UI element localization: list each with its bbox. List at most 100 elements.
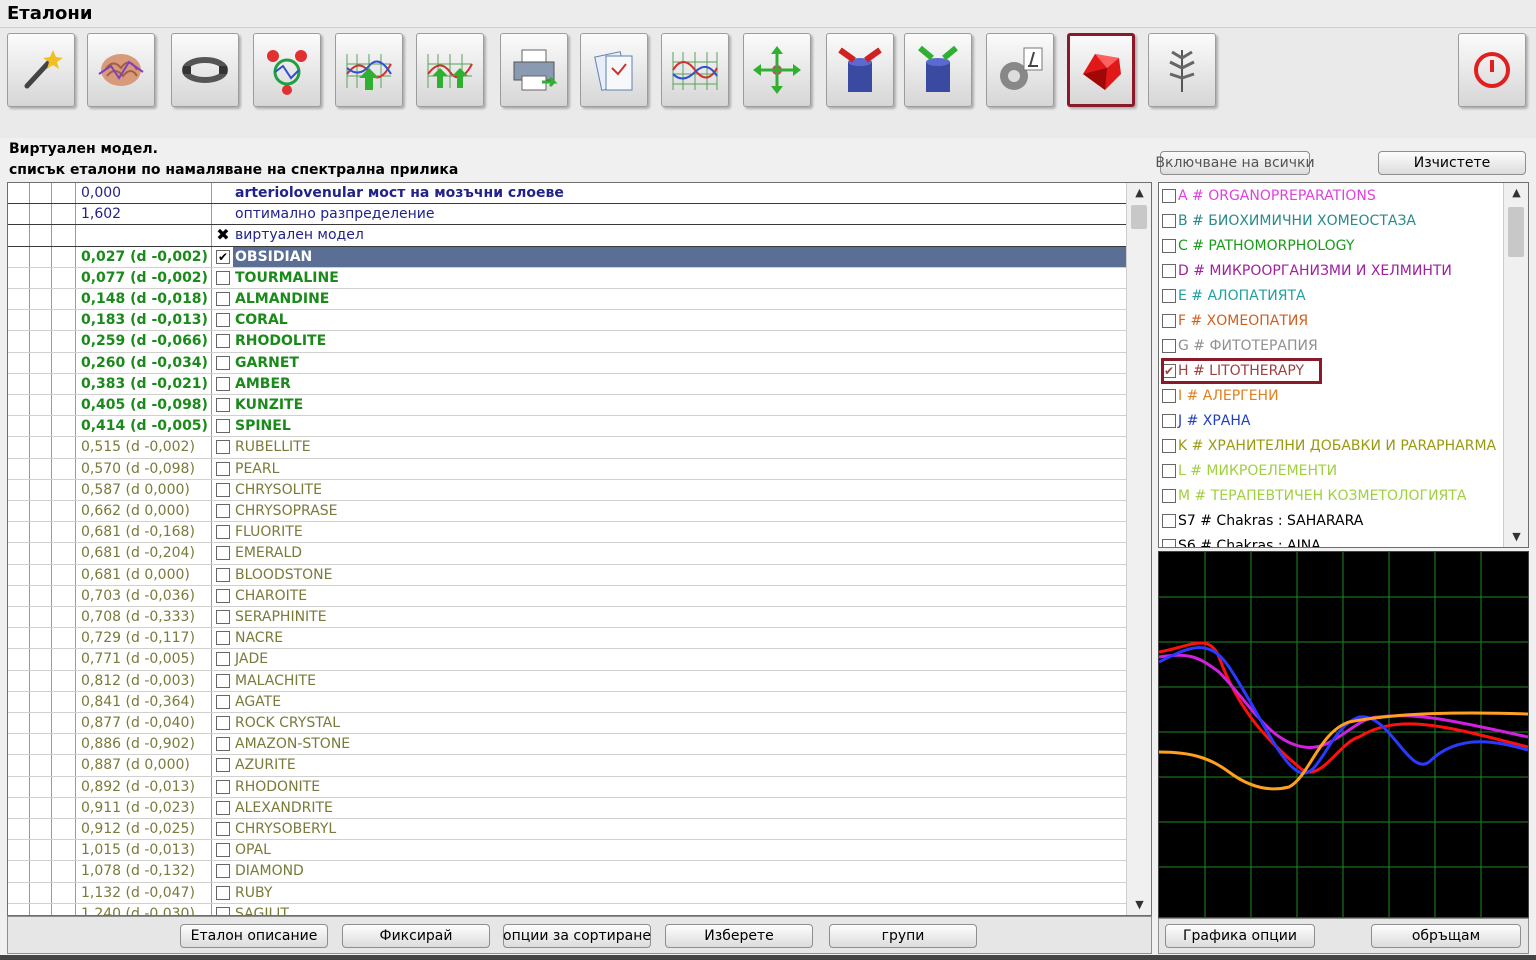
table-row[interactable]: 0,708 (d -0,333) SERAPHINITE <box>8 607 1126 629</box>
row-checkbox[interactable] <box>216 525 230 540</box>
row-checkbox[interactable] <box>216 885 230 900</box>
table-row[interactable]: 0,887 (d 0,000) AZURITE <box>8 755 1126 777</box>
group-item[interactable]: J # ХРАНА <box>1162 408 1507 433</box>
row-check-cell[interactable] <box>213 777 233 797</box>
row-check-cell[interactable] <box>213 437 233 457</box>
row-checkbox[interactable] <box>216 758 230 773</box>
row-checkbox[interactable] <box>216 292 230 307</box>
row-checkbox[interactable] <box>216 822 230 837</box>
container-out-button[interactable] <box>904 33 972 107</box>
group-checkbox[interactable] <box>1162 238 1176 253</box>
row-check-cell[interactable] <box>213 904 233 915</box>
row-check-cell[interactable]: ✖ <box>213 225 233 245</box>
table-row[interactable]: 0,841 (d -0,364) AGATE <box>8 691 1126 713</box>
group-item[interactable]: D # МИКРООРГАНИЗМИ И ХЕЛМИНТИ <box>1162 258 1507 283</box>
group-checkbox[interactable] <box>1162 538 1176 547</box>
groups-button[interactable]: групи <box>829 924 977 948</box>
table-row[interactable]: 0,912 (d -0,025) CHRYSOBERYL <box>8 819 1126 841</box>
group-item[interactable]: S6 # Chakras : AJNA <box>1162 533 1507 547</box>
row-check-cell[interactable] <box>213 840 233 860</box>
row-checkbox[interactable]: ✔ <box>216 249 230 264</box>
row-checkbox[interactable] <box>216 440 230 455</box>
waveform-button[interactable] <box>661 33 729 107</box>
table-row[interactable]: 0,729 (d -0,117) NACRE <box>8 628 1126 650</box>
group-list[interactable]: A # ORGANOPREPARATIONS B # БИОХИМИЧНИ ХОМ… <box>1158 182 1529 548</box>
table-row[interactable]: 1,240 (d -0,030) SAGILIT <box>8 903 1126 915</box>
group-scroll-thumb[interactable] <box>1508 207 1524 257</box>
table-row[interactable]: 0,570 (d -0,098) PEARL <box>8 458 1126 480</box>
row-checkbox[interactable] <box>216 482 230 497</box>
table-row[interactable]: 0,662 (d 0,000) CHRYSOPRASE <box>8 501 1126 523</box>
group-item[interactable]: K # ХРАНИТЕЛНИ ДОБАВКИ И PARAPHARMA <box>1162 433 1507 458</box>
row-check-cell[interactable] <box>213 331 233 351</box>
row-check-cell[interactable]: ✔ <box>213 247 233 267</box>
container-in-button[interactable] <box>826 33 894 107</box>
row-check-cell[interactable] <box>213 268 233 288</box>
row-check-cell[interactable] <box>213 755 233 775</box>
row-close-mark-icon[interactable]: ✖ <box>216 227 230 243</box>
row-checkbox[interactable] <box>216 588 230 603</box>
group-checkbox[interactable] <box>1162 338 1176 353</box>
table-row[interactable]: 0,681 (d -0,168) FLUORITE <box>8 522 1126 544</box>
group-checkbox[interactable] <box>1162 213 1176 228</box>
row-checkbox[interactable] <box>216 504 230 519</box>
table-row[interactable]: 0,077 (d -0,002) TOURMALINE <box>8 267 1126 289</box>
scroll-up-icon[interactable]: ▲ <box>1127 183 1151 203</box>
table-row[interactable]: 1,602 оптимално разпределение <box>8 204 1126 226</box>
row-check-cell[interactable] <box>213 861 233 881</box>
table-row[interactable]: 1,132 (d -0,047) RUBY <box>8 882 1126 904</box>
table-row[interactable]: 0,515 (d -0,002) RUBELLITE <box>8 437 1126 459</box>
row-checkbox[interactable] <box>216 355 230 370</box>
magic-wand-button[interactable] <box>7 33 75 107</box>
row-checkbox[interactable] <box>216 779 230 794</box>
table-row[interactable]: 0,259 (d -0,066) RHODOLITE <box>8 331 1126 353</box>
group-checkbox[interactable] <box>1162 188 1176 203</box>
herb-button[interactable] <box>1148 33 1216 107</box>
move-button[interactable] <box>743 33 811 107</box>
row-check-cell[interactable] <box>213 416 233 436</box>
table-row[interactable]: 0,183 (d -0,013) CORAL <box>8 310 1126 332</box>
table-row[interactable]: 0,148 (d -0,018) ALMANDINE <box>8 289 1126 311</box>
group-item[interactable]: G # ФИТОТЕРАПИЯ <box>1162 333 1507 358</box>
row-checkbox[interactable] <box>216 376 230 391</box>
row-checkbox[interactable] <box>216 419 230 434</box>
table-row[interactable]: 0,886 (d -0,902) AMAZON-STONE <box>8 734 1126 756</box>
row-check-cell[interactable] <box>213 353 233 373</box>
group-checkbox[interactable] <box>1162 288 1176 303</box>
row-check-cell[interactable] <box>213 819 233 839</box>
clear-button[interactable]: Изчистете <box>1378 151 1526 175</box>
group-item[interactable]: A # ORGANOPREPARATIONS <box>1162 183 1507 208</box>
row-check-cell[interactable] <box>213 734 233 754</box>
group-scrollbar[interactable]: ▲ ▼ <box>1503 183 1528 547</box>
row-checkbox[interactable] <box>216 334 230 349</box>
group-item[interactable]: C # PATHOMORPHOLOGY <box>1162 233 1507 258</box>
group-item[interactable]: M # ТЕРАПЕВТИЧЕН КОЗМЕТОЛОГИЯТА <box>1162 483 1507 508</box>
row-checkbox[interactable] <box>216 313 230 328</box>
row-check-cell[interactable] <box>213 310 233 330</box>
row-checkbox[interactable] <box>216 906 230 915</box>
row-checkbox[interactable] <box>216 461 230 476</box>
row-check-cell[interactable] <box>213 565 233 585</box>
row-check-cell[interactable] <box>213 501 233 521</box>
microscope-button[interactable] <box>986 33 1054 107</box>
row-check-cell[interactable] <box>213 883 233 903</box>
table-row[interactable]: 0,681 (d 0,000) BLOODSTONE <box>8 564 1126 586</box>
row-checkbox[interactable] <box>216 673 230 688</box>
group-item[interactable]: I # АЛЕРГЕНИ <box>1162 383 1507 408</box>
table-row[interactable]: 0,405 (d -0,098) KUNZITE <box>8 395 1126 417</box>
group-checkbox[interactable] <box>1162 438 1176 453</box>
group-checkbox[interactable] <box>1162 413 1176 428</box>
table-row[interactable]: 0,703 (d -0,036) CHAROITE <box>8 585 1126 607</box>
row-check-cell[interactable] <box>213 459 233 479</box>
table-row[interactable]: 0,911 (d -0,023) ALEXANDRITE <box>8 797 1126 819</box>
group-checkbox[interactable] <box>1162 313 1176 328</box>
row-check-cell[interactable] <box>213 692 233 712</box>
molecule-button[interactable] <box>253 33 321 107</box>
group-item[interactable]: ✔ H # LITOTHERAPY <box>1162 358 1507 383</box>
scroll-down-icon[interactable]: ▼ <box>1127 895 1151 915</box>
table-row[interactable]: 1,078 (d -0,132) DIAMOND <box>8 861 1126 883</box>
row-check-cell[interactable] <box>213 713 233 733</box>
fix-button[interactable]: Фиксирай <box>342 924 490 948</box>
table-row[interactable]: 0,892 (d -0,013) RHODONITE <box>8 776 1126 798</box>
row-checkbox[interactable] <box>216 631 230 646</box>
